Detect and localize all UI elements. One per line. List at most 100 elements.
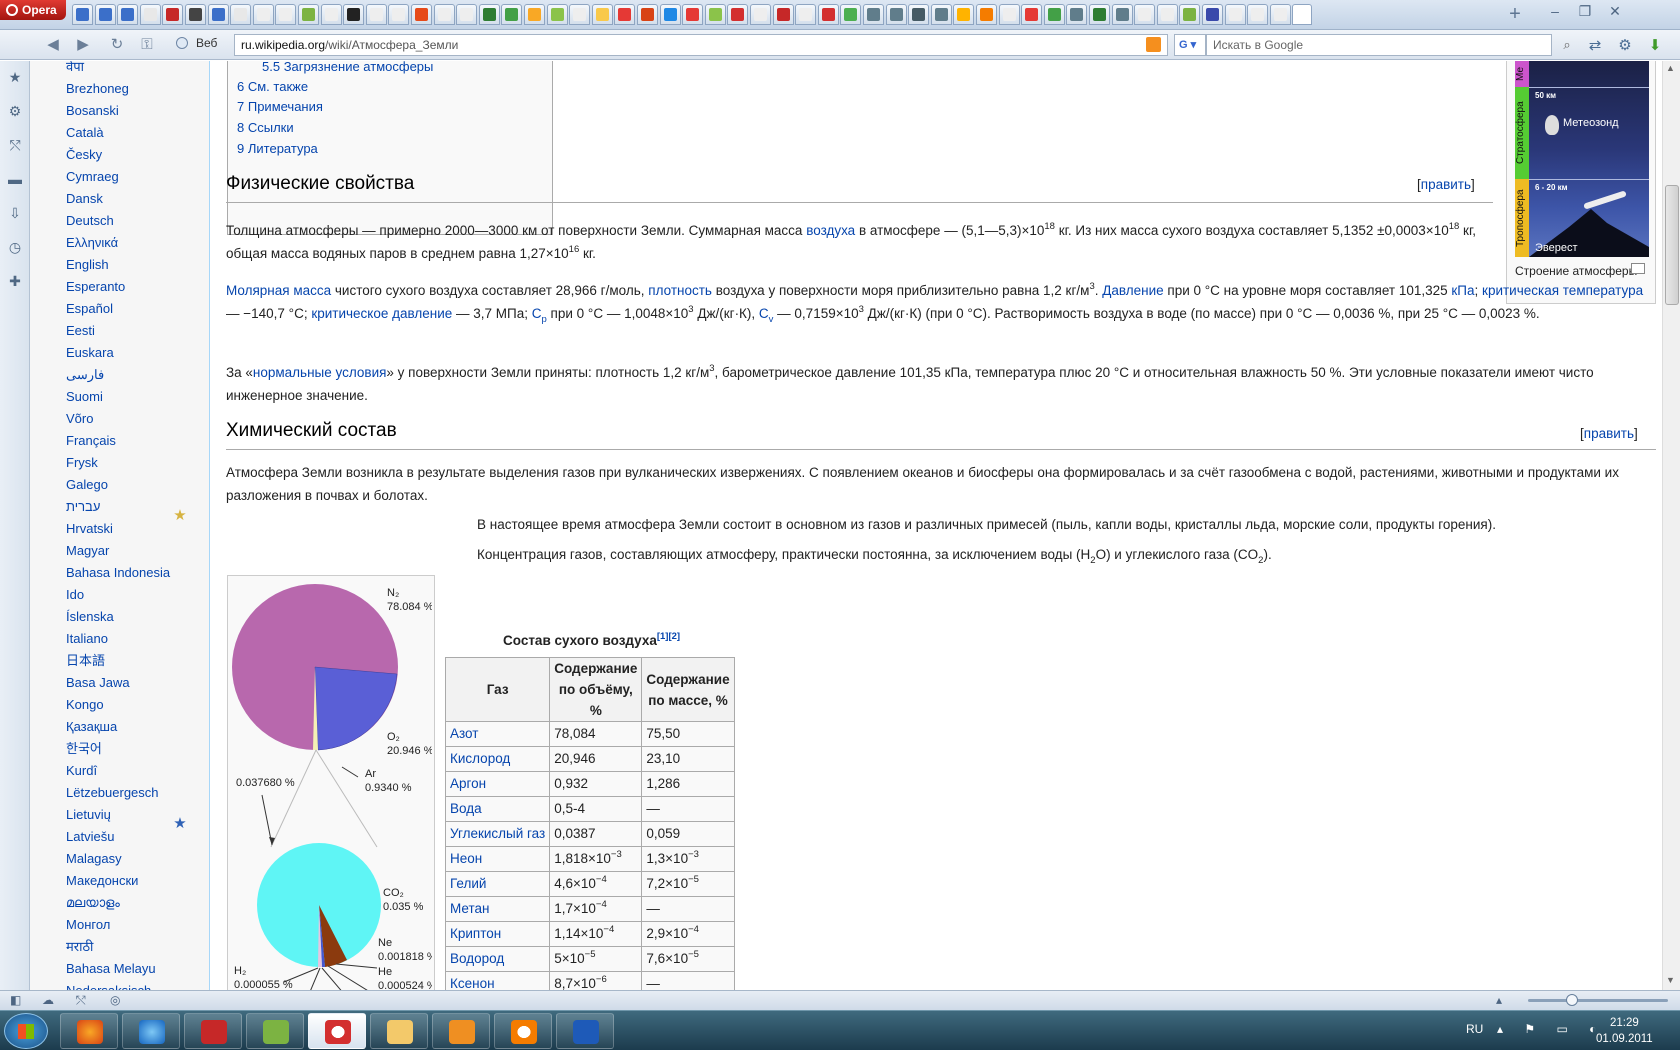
tab[interactable]: [275, 4, 297, 25]
download-icon[interactable]: ⬇: [1646, 37, 1664, 55]
gas-name-link[interactable]: Криптон: [444, 921, 551, 947]
sidebar-language-link[interactable]: فارسی: [66, 364, 170, 386]
gas-name-link[interactable]: Неон: [444, 846, 551, 872]
magnify-icon[interactable]: [1631, 263, 1645, 274]
tab[interactable]: [94, 4, 116, 25]
sidebar-language-link[interactable]: Kurdî: [66, 760, 170, 782]
tab[interactable]: [1202, 4, 1223, 25]
gas-name-link[interactable]: Азот: [444, 721, 551, 747]
media-player-task[interactable]: [432, 1013, 490, 1049]
sidebar-language-link[interactable]: മലയാളം: [66, 892, 170, 914]
tab[interactable]: [501, 4, 523, 25]
sidebar-language-link[interactable]: Latviešu: [66, 826, 170, 848]
rss-icon[interactable]: [1146, 37, 1161, 52]
tab[interactable]: [569, 4, 591, 25]
sidebar-language-link[interactable]: Esperanto: [66, 276, 170, 298]
sidebar-language-link[interactable]: Suomi: [66, 386, 170, 408]
tab[interactable]: [365, 4, 387, 25]
close-window-icon[interactable]: ✕: [1600, 2, 1630, 22]
sidebar-language-link[interactable]: Ελληνικά: [66, 232, 170, 254]
sidebar-language-link[interactable]: Võro: [66, 408, 170, 430]
new-tab-button[interactable]: +: [1506, 4, 1524, 24]
tab[interactable]: [1179, 4, 1201, 25]
tab[interactable]: [207, 4, 229, 25]
sidebar-language-link[interactable]: Lëtzebuergesch: [66, 782, 170, 804]
tab[interactable]: [863, 4, 884, 25]
tab[interactable]: [230, 4, 252, 25]
clock[interactable]: 21:29 01.09.2011: [1596, 1015, 1653, 1047]
transfers-icon[interactable]: ⇩: [7, 205, 23, 221]
tab[interactable]: [478, 4, 500, 25]
sidebar-language-link[interactable]: 日本語: [66, 650, 170, 672]
tab[interactable]: [139, 4, 161, 25]
tab[interactable]: [433, 4, 455, 25]
zoom-slider[interactable]: [1528, 999, 1668, 1002]
minimize-icon[interactable]: –: [1540, 2, 1570, 22]
save-task[interactable]: [184, 1013, 242, 1049]
gas-name-link[interactable]: Аргон: [444, 771, 551, 797]
sidebar-language-link[interactable]: Brezhoneg: [66, 78, 170, 100]
tab[interactable]: [252, 4, 274, 25]
sidebar-language-link[interactable]: Frysk: [66, 452, 170, 474]
sidebar-language-link[interactable]: Galego: [66, 474, 170, 496]
tab[interactable]: [298, 4, 319, 25]
tab[interactable]: [343, 4, 365, 25]
tab[interactable]: [840, 4, 862, 25]
tab[interactable]: [456, 4, 478, 25]
search-icon[interactable]: ⌕: [1556, 34, 1578, 56]
tab-active[interactable]: [1292, 4, 1313, 25]
tab[interactable]: [388, 4, 410, 25]
firefox-task[interactable]: [60, 1013, 118, 1049]
speed-dial-icon[interactable]: ◎: [110, 993, 120, 1007]
reload-icon[interactable]: ↻: [106, 35, 128, 55]
panel-toggle-icon[interactable]: ◧: [10, 993, 21, 1007]
tab[interactable]: [976, 4, 997, 25]
url-field[interactable]: ru.wikipedia.org/wiki/Атмосфера_Земли: [234, 34, 1168, 56]
tab[interactable]: [953, 4, 975, 25]
start-button[interactable]: [4, 1013, 48, 1049]
toc-item[interactable]: 8 Ссылки: [237, 120, 294, 135]
gas-name-link[interactable]: Ксенон: [444, 971, 551, 990]
link-air[interactable]: воздуха: [806, 223, 855, 238]
maximize-icon[interactable]: ❐: [1570, 2, 1600, 22]
toc-item[interactable]: 6 См. также: [237, 79, 308, 94]
tab[interactable]: [1021, 4, 1043, 25]
tab[interactable]: [320, 4, 342, 25]
zoom-slider-thumb[interactable]: [1566, 994, 1578, 1006]
sidebar-language-link[interactable]: Česky: [66, 144, 170, 166]
sidebar-language-link[interactable]: Kongo: [66, 694, 170, 716]
tab[interactable]: [411, 4, 432, 25]
mail-agent-task[interactable]: [494, 1013, 552, 1049]
sidebar-language-link[interactable]: Íslenska: [66, 606, 170, 628]
sidebar-language-link[interactable]: Nedersaksisch: [66, 980, 170, 990]
sidebar-language-link[interactable]: Bosanski: [66, 100, 170, 122]
sidebar-language-link[interactable]: Malagasy: [66, 848, 170, 870]
gas-name-link[interactable]: Гелий: [444, 871, 551, 897]
tab[interactable]: [682, 4, 704, 25]
tab[interactable]: [795, 4, 817, 25]
tab[interactable]: [1089, 4, 1110, 25]
tab[interactable]: [1111, 4, 1133, 25]
sidebar-language-link[interactable]: Bahasa Indonesia: [66, 562, 170, 584]
site-info-button[interactable]: Веб: [176, 36, 232, 54]
tray-icons[interactable]: ▴ ⚑ ▭ ◐: [1497, 1022, 1605, 1036]
search-input[interactable]: Искать в Google: [1206, 34, 1552, 56]
bookmarks-icon[interactable]: ★: [7, 69, 23, 85]
tab[interactable]: [704, 4, 726, 25]
tab[interactable]: [1224, 4, 1246, 25]
vertical-scrollbar[interactable]: ▲ ▼: [1662, 61, 1680, 990]
word-task[interactable]: [556, 1013, 614, 1049]
sidebar-language-link[interactable]: Македонски: [66, 870, 170, 892]
sidebar-language-link[interactable]: वेपा: [66, 61, 170, 78]
sidebar-language-link[interactable]: मराठी: [66, 936, 170, 958]
tab[interactable]: [591, 4, 613, 25]
tab[interactable]: [185, 4, 206, 25]
tab[interactable]: [930, 4, 952, 25]
history-icon[interactable]: ◷: [7, 239, 23, 255]
gear-icon[interactable]: ⚙: [1616, 37, 1634, 55]
unite-status-icon[interactable]: ⤲: [76, 993, 86, 1008]
sidebar-language-link[interactable]: Bahasa Melayu: [66, 958, 170, 980]
tab[interactable]: [1043, 4, 1065, 25]
tab[interactable]: [524, 4, 545, 25]
tab[interactable]: [637, 4, 658, 25]
